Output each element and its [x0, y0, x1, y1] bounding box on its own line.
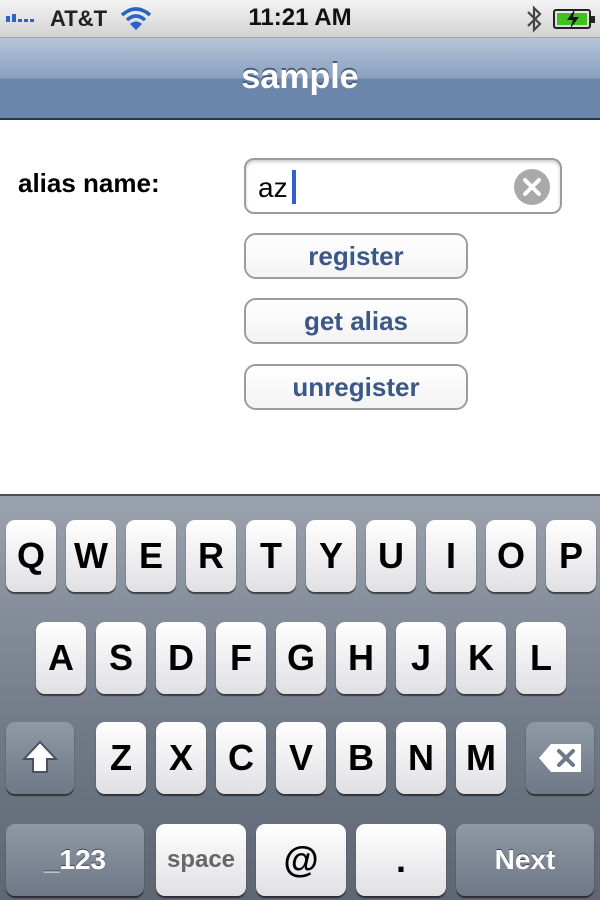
at-key[interactable]: @	[256, 824, 346, 896]
key-d[interactable]: D	[156, 622, 206, 694]
keyboard: Q W E R T Y U I O P A S D F G H J K L Z …	[0, 494, 600, 900]
key-c[interactable]: C	[216, 722, 266, 794]
status-time: 11:21 AM	[248, 4, 352, 31]
key-t[interactable]: T	[246, 520, 296, 592]
key-y[interactable]: Y	[306, 520, 356, 592]
delete-key[interactable]	[526, 722, 594, 794]
key-q[interactable]: Q	[6, 520, 56, 592]
key-s[interactable]: S	[96, 622, 146, 694]
space-key[interactable]: space	[156, 824, 246, 896]
get-alias-button[interactable]: get alias	[244, 298, 468, 344]
bluetooth-icon	[524, 5, 544, 38]
alias-name-label: alias name:	[18, 168, 160, 198]
alias-name-value[interactable]: az	[258, 172, 288, 204]
shift-key[interactable]	[6, 722, 74, 794]
key-k[interactable]: K	[456, 622, 506, 694]
key-u[interactable]: U	[366, 520, 416, 592]
key-g[interactable]: G	[276, 622, 326, 694]
unregister-button[interactable]: unregister	[244, 364, 468, 410]
key-o[interactable]: O	[486, 520, 536, 592]
key-m[interactable]: M	[456, 722, 506, 794]
clear-icon[interactable]	[514, 169, 550, 205]
shift-icon	[21, 740, 59, 773]
key-f[interactable]: F	[216, 622, 266, 694]
key-l[interactable]: L	[516, 622, 566, 694]
key-x[interactable]: X	[156, 722, 206, 794]
key-a[interactable]: A	[36, 622, 86, 694]
key-j[interactable]: J	[396, 622, 446, 694]
key-z[interactable]: Z	[96, 722, 146, 794]
page-title: sample	[241, 58, 359, 96]
alias-name-input[interactable]: az	[244, 158, 562, 214]
text-caret	[292, 170, 296, 204]
next-key[interactable]: Next	[456, 824, 594, 896]
key-v[interactable]: V	[276, 722, 326, 794]
key-w[interactable]: W	[66, 520, 116, 592]
key-n[interactable]: N	[396, 722, 446, 794]
status-bar: AT&T 11:21 AM	[0, 0, 600, 38]
key-r[interactable]: R	[186, 520, 236, 592]
register-button[interactable]: register	[244, 233, 468, 279]
navigation-bar: sample	[0, 38, 600, 120]
key-i[interactable]: I	[426, 520, 476, 592]
key-p[interactable]: P	[546, 520, 596, 592]
key-h[interactable]: H	[336, 622, 386, 694]
numbers-key[interactable]: _123	[6, 824, 144, 896]
backspace-icon	[539, 744, 581, 772]
dot-key[interactable]: .	[356, 824, 446, 896]
battery-charging-icon	[553, 9, 595, 29]
key-e[interactable]: E	[126, 520, 176, 592]
key-b[interactable]: B	[336, 722, 386, 794]
